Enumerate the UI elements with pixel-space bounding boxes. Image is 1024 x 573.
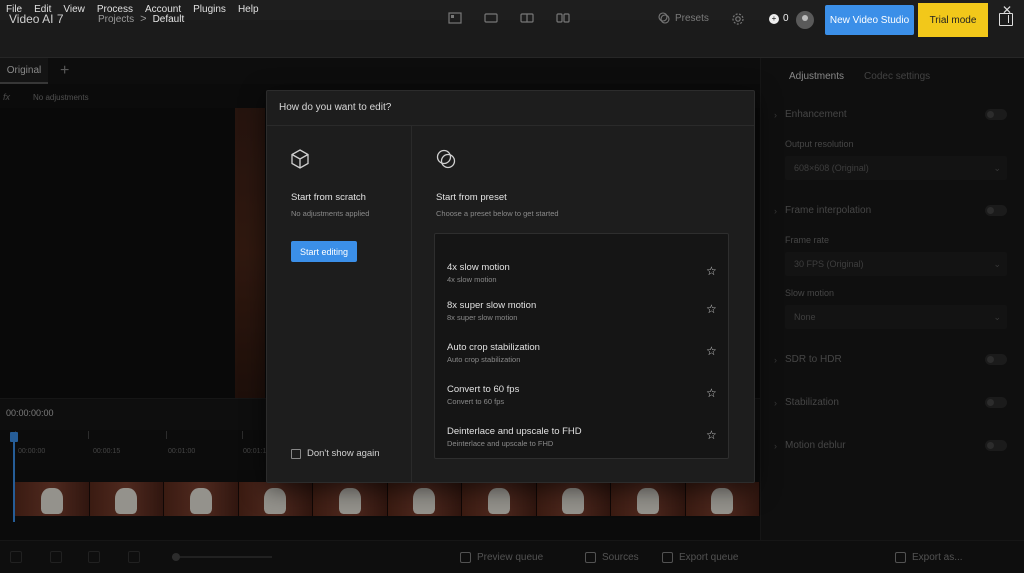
preset-title: Start from preset [436, 192, 507, 203]
star-icon[interactable]: ☆ [706, 344, 717, 358]
breadcrumb-separator-icon: > [140, 13, 147, 25]
star-icon[interactable]: ☆ [706, 386, 717, 400]
menu-help[interactable]: Help [232, 0, 265, 20]
preset-item-auto-crop-stabilization[interactable]: Auto crop stabilization Auto crop stabil… [435, 342, 728, 380]
presets-icon [658, 12, 670, 24]
app-title: Video AI 7 [9, 12, 64, 26]
dont-show-checkbox[interactable] [291, 448, 301, 459]
new-video-studio-button[interactable]: New Video Studio [825, 5, 914, 35]
toggle-panel-icon[interactable] [999, 13, 1013, 26]
preset-description: 8x super slow motion [447, 313, 518, 322]
menu-plugins[interactable]: Plugins [187, 0, 232, 20]
preset-item-deinterlace-upscale-fhd[interactable]: Deinterlace and upscale to FHD Deinterla… [435, 426, 728, 464]
dialog-column-divider [411, 126, 412, 482]
avatar[interactable] [796, 11, 814, 29]
preset-description: Auto crop stabilization [447, 355, 521, 364]
gear-icon[interactable] [731, 12, 745, 26]
star-icon[interactable]: ☆ [706, 264, 717, 278]
breadcrumb: Projects > Default [98, 13, 184, 25]
dialog-title: How do you want to edit? [279, 102, 392, 113]
cube-icon [291, 149, 309, 169]
presets-label: Presets [675, 12, 709, 24]
credits-counter[interactable]: + 0 [769, 13, 789, 24]
preset-circles-icon [436, 149, 456, 169]
preset-item-convert-60fps[interactable]: Convert to 60 fps Convert to 60 fps ☆ [435, 384, 728, 422]
preset-subtitle: Choose a preset below to get started [436, 209, 559, 218]
scratch-subtitle: No adjustments applied [291, 209, 370, 218]
preset-list: 4x slow motion 4x slow motion ☆ 8x super… [434, 233, 729, 459]
wide-view-icon[interactable] [484, 12, 498, 24]
preset-item-8x-super-slow-motion[interactable]: 8x super slow motion 8x super slow motio… [435, 300, 728, 338]
breadcrumb-projects[interactable]: Projects [98, 14, 134, 25]
credits-value: 0 [783, 13, 789, 24]
preset-name: Deinterlace and upscale to FHD [447, 426, 582, 437]
preset-name: 8x super slow motion [447, 300, 537, 311]
star-icon[interactable]: ☆ [706, 302, 717, 316]
star-icon[interactable]: ☆ [706, 428, 717, 442]
preset-description: Deinterlace and upscale to FHD [447, 439, 554, 448]
preset-description: Convert to 60 fps [447, 397, 505, 406]
dont-show-label: Don't show again [307, 448, 380, 459]
app-window: File Edit View Process Account Plugins H… [0, 0, 1024, 573]
preset-description: 4x slow motion [447, 275, 497, 284]
presets-button[interactable]: Presets [658, 12, 709, 24]
dont-show-again[interactable]: Don't show again [291, 448, 380, 459]
split-view-icon[interactable] [520, 12, 534, 24]
single-view-icon[interactable] [448, 12, 462, 24]
start-editing-button[interactable]: Start editing [291, 241, 357, 262]
side-by-side-view-icon[interactable] [556, 12, 570, 24]
trial-mode-button[interactable]: Trial mode [918, 3, 988, 37]
preset-name: 4x slow motion [447, 262, 510, 273]
preset-item-4x-slow-motion[interactable]: 4x slow motion 4x slow motion ☆ [435, 262, 728, 300]
edit-mode-dialog: How do you want to edit? Start from scra… [266, 90, 755, 483]
breadcrumb-current: Default [152, 13, 185, 25]
credit-coin-icon: + [769, 13, 779, 24]
view-mode-group [448, 12, 570, 24]
preset-name: Auto crop stabilization [447, 342, 540, 353]
preset-name: Convert to 60 fps [447, 384, 520, 395]
dialog-divider [267, 125, 754, 126]
scratch-title: Start from scratch [291, 192, 366, 203]
